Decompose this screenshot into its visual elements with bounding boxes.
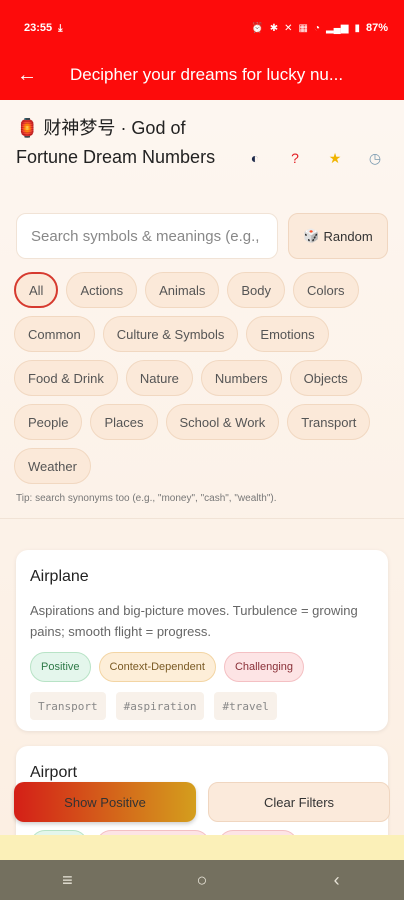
app-bar: ← Decipher your dreams for lucky nu...: [0, 50, 404, 100]
home-icon[interactable]: ○: [172, 870, 232, 891]
card-name: Airplane: [30, 568, 89, 585]
page-title-text: 财神梦号 · God of Fortune Dream Numbers: [16, 118, 216, 167]
back-button[interactable]: ←: [0, 50, 54, 100]
category-chip-food-drink[interactable]: Food & Drink: [14, 360, 118, 396]
card-tags: Positive Context-Dependent Challenging: [30, 652, 374, 682]
star-icon[interactable]: ★: [326, 150, 344, 167]
keyword: #travel: [214, 692, 277, 720]
help-icon[interactable]: ?: [286, 150, 304, 167]
category-chip-emotions[interactable]: Emotions: [246, 316, 329, 352]
main-content[interactable]: 🏮 财神梦号 · God of Fortune Dream Numbers ◐ …: [0, 100, 404, 835]
category-chip-objects[interactable]: Objects: [289, 360, 362, 396]
category-chip-numbers[interactable]: Numbers: [200, 360, 282, 396]
tag-challenging: Challenging: [223, 652, 305, 682]
arrow-left-icon: ←: [17, 63, 37, 86]
card-description: Aspirations and big-picture moves. Turbu…: [30, 603, 358, 639]
alarm-icon: ⏰: [251, 22, 264, 34]
category-chip-nature[interactable]: Nature: [125, 360, 193, 396]
status-bar: 23:55 ⤓ ⏰ ✱ ✕ ▦ ◔ ▂▄▆ ▮ 87%: [0, 0, 404, 50]
category-chip-actions[interactable]: Actions: [66, 272, 138, 308]
battery-icon: ▮: [354, 22, 360, 34]
card-name: Airport: [30, 764, 78, 781]
back-nav-icon[interactable]: ‹: [307, 870, 367, 891]
status-time: 23:55: [24, 22, 53, 34]
lantern-icon: 🏮: [16, 118, 39, 138]
category-chip-transport[interactable]: Transport: [287, 404, 371, 440]
category-chip-all[interactable]: All: [14, 272, 59, 308]
tag-positive: Positive: [30, 652, 91, 682]
download-icon: ⤓: [58, 22, 63, 34]
battery-percent: 87%: [365, 22, 388, 34]
dice-icon: 🎲: [303, 228, 320, 243]
page-title: 🏮 财神梦号 · God of Fortune Dream Numbers: [16, 114, 246, 172]
page-header: 🏮 财神梦号 · God of Fortune Dream Numbers ◐ …: [16, 114, 390, 172]
search-row: 🎲 Random: [16, 213, 390, 259]
keyword: Transport: [30, 692, 106, 720]
divider: [0, 518, 404, 519]
dream-card-airplane[interactable]: Airplane Aspirations and big-picture mov…: [16, 550, 388, 731]
category-chip-weather[interactable]: Weather: [14, 448, 91, 484]
category-chip-colors[interactable]: Colors: [292, 272, 359, 308]
recents-icon[interactable]: ≡: [37, 870, 97, 891]
mute-icon: ✕: [284, 22, 293, 34]
random-button-label: Random: [323, 228, 373, 244]
app-bar-title: Decipher your dreams for lucky nu...: [70, 65, 344, 84]
bottom-actions: Show Positive Clear Filters: [14, 782, 390, 822]
search-tip: Tip: search synonyms too (e.g., "money",…: [16, 493, 277, 504]
category-chip-body[interactable]: Body: [227, 272, 285, 308]
wifi-icon: ◔: [313, 22, 320, 34]
show-positive-button[interactable]: Show Positive: [14, 782, 196, 822]
category-chip-school-work[interactable]: School & Work: [165, 404, 280, 440]
history-icon[interactable]: ◷: [366, 150, 384, 167]
category-chip-places[interactable]: Places: [90, 404, 158, 440]
system-nav-bar: ≡ ○ ‹: [0, 860, 404, 900]
category-chip-common[interactable]: Common: [14, 316, 95, 352]
hd-icon: ▦: [298, 22, 308, 34]
clear-filters-button[interactable]: Clear Filters: [208, 782, 390, 822]
search-input[interactable]: [16, 213, 278, 259]
random-button[interactable]: 🎲 Random: [288, 213, 388, 259]
category-filters: All Actions Animals Body Colors Common Culture…: [14, 272, 394, 484]
category-chip-people[interactable]: People: [14, 404, 83, 440]
bottom-banner: [0, 835, 404, 860]
category-chip-culture-symbols[interactable]: Culture & Symbols: [102, 316, 239, 352]
category-chip-animals[interactable]: Animals: [145, 272, 220, 308]
header-icons: ◐ ? ★ ◷: [246, 150, 384, 167]
bluetooth-icon: ✱: [269, 22, 279, 34]
signal-icon: ▂▄▆: [325, 22, 349, 34]
keyword: #aspiration: [115, 692, 205, 720]
tag-context-dependent: Context-Dependent: [98, 652, 216, 682]
card-keywords: Transport #aspiration #travel: [30, 692, 374, 720]
theme-toggle-icon[interactable]: ◐: [246, 150, 264, 167]
